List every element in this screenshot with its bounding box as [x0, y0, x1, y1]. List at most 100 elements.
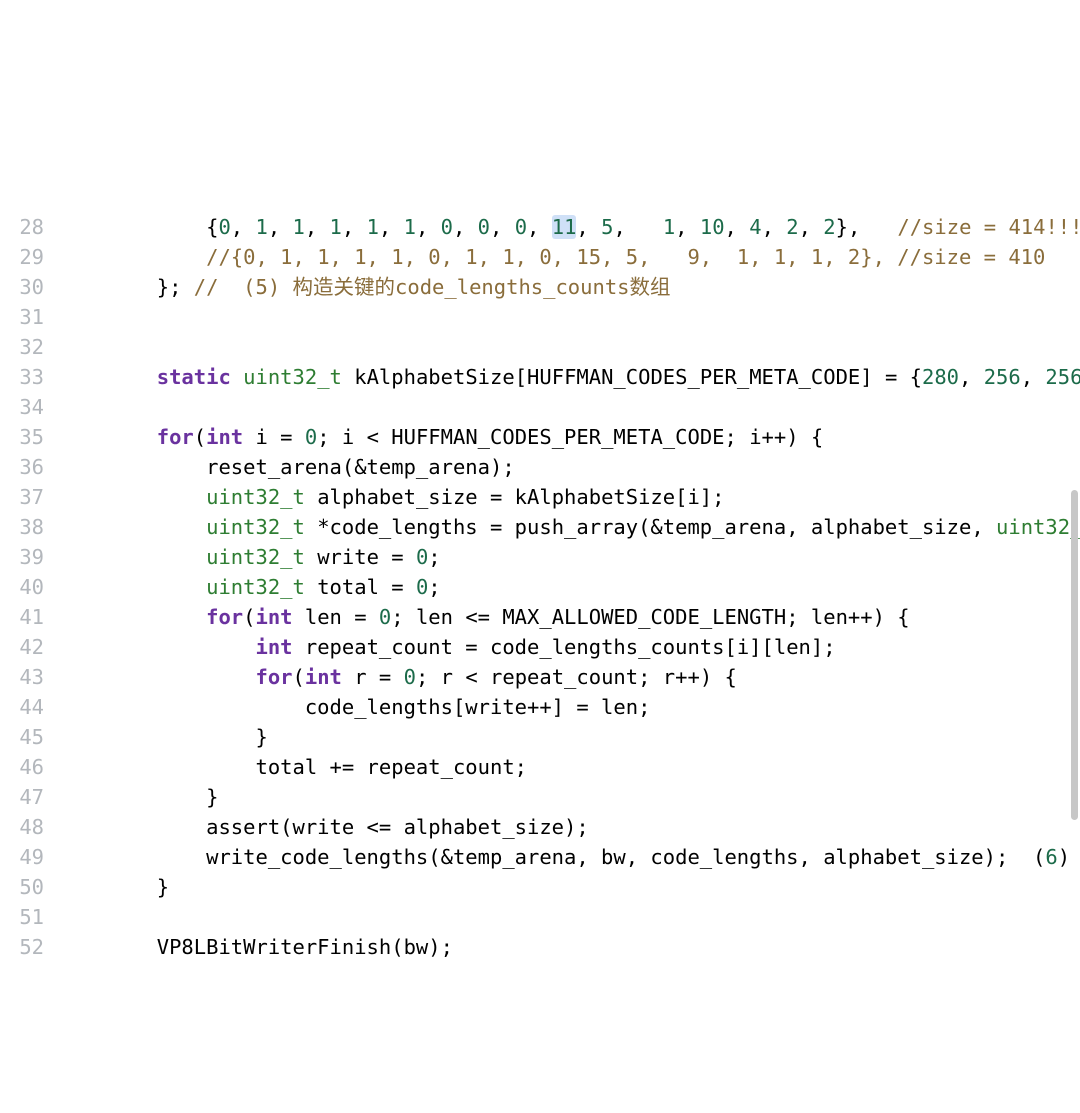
line-number: 37	[0, 482, 58, 512]
code-token	[58, 245, 206, 269]
code-line[interactable]: 39 uint32_t write = 0;	[0, 542, 1080, 572]
code-content[interactable]: uint32_t total = 0;	[58, 572, 1080, 602]
line-number: 49	[0, 842, 58, 872]
code-token: ; i < HUFFMAN_CODES_PER_META_CODE; i++) …	[317, 425, 823, 449]
code-token: 256	[1045, 365, 1080, 389]
code-content[interactable]: static uint32_t kAlphabetSize[HUFFMAN_CO…	[58, 362, 1080, 392]
code-line[interactable]: 50 }	[0, 872, 1080, 902]
code-token	[58, 365, 157, 389]
line-number: 34	[0, 392, 58, 422]
code-token: {	[206, 215, 218, 239]
code-token	[58, 275, 157, 299]
code-content[interactable]: {0, 1, 1, 1, 1, 1, 0, 0, 0, 11, 5, 1, 10…	[58, 212, 1080, 242]
code-line[interactable]: 53	[0, 962, 1080, 963]
code-token: 6	[1045, 845, 1057, 869]
code-token: ,	[613, 215, 662, 239]
code-token: 0	[441, 215, 453, 239]
code-token: 0	[379, 605, 391, 629]
code-line[interactable]: 41 for(int len = 0; len <= MAX_ALLOWED_C…	[0, 602, 1080, 632]
code-line[interactable]: 47 }	[0, 782, 1080, 812]
code-line[interactable]: 32	[0, 332, 1080, 362]
code-token: 0	[416, 545, 428, 569]
code-token: (	[293, 665, 305, 689]
code-token: 0	[416, 575, 428, 599]
code-line[interactable]: 28 {0, 1, 1, 1, 1, 1, 0, 0, 0, 11, 5, 1,…	[0, 212, 1080, 242]
code-content[interactable]: reset_arena(&temp_arena);	[58, 452, 1080, 482]
code-content[interactable]: code_lengths[write++] = len;	[58, 692, 1080, 722]
code-token: ; len <= MAX_ALLOWED_CODE_LENGTH; len++)…	[391, 605, 909, 629]
code-content[interactable]	[58, 302, 1080, 332]
code-token: 0	[478, 215, 490, 239]
code-token: total += repeat_count;	[58, 755, 527, 779]
code-token: }	[58, 785, 218, 809]
code-line[interactable]: 30 }; // (5) 构造关键的code_lengths_counts数组	[0, 272, 1080, 302]
code-content[interactable]	[58, 962, 1080, 963]
code-token: 0	[305, 425, 317, 449]
code-token: 11	[552, 215, 577, 239]
line-number: 33	[0, 362, 58, 392]
code-line[interactable]: 38 uint32_t *code_lengths = push_array(&…	[0, 512, 1080, 542]
code-content[interactable]: assert(write <= alphabet_size);	[58, 812, 1080, 842]
code-token: 1	[330, 215, 342, 239]
code-line[interactable]: 33 static uint32_t kAlphabetSize[HUFFMAN…	[0, 362, 1080, 392]
code-token	[58, 605, 206, 629]
code-line[interactable]: 49 write_code_lengths(&temp_arena, bw, c…	[0, 842, 1080, 872]
line-number: 47	[0, 782, 58, 812]
code-content[interactable]: uint32_t *code_lengths = push_array(&tem…	[58, 512, 1080, 542]
code-line[interactable]: 40 uint32_t total = 0;	[0, 572, 1080, 602]
code-content[interactable]: int repeat_count = code_lengths_counts[i…	[58, 632, 1080, 662]
code-content[interactable]: write_code_lengths(&temp_arena, bw, code…	[58, 842, 1080, 872]
code-token: 1	[367, 215, 379, 239]
code-content[interactable]	[58, 332, 1080, 362]
code-content[interactable]: }	[58, 872, 1080, 902]
code-token: ,	[527, 215, 552, 239]
code-content[interactable]: }; // (5) 构造关键的code_lengths_counts数组	[58, 272, 1080, 302]
code-content[interactable]: for(int r = 0; r < repeat_count; r++) {	[58, 662, 1080, 692]
code-token	[58, 425, 157, 449]
code-content[interactable]: uint32_t alphabet_size = kAlphabetSize[i…	[58, 482, 1080, 512]
code-token: ,	[725, 215, 750, 239]
code-line[interactable]: 34	[0, 392, 1080, 422]
line-number: 46	[0, 752, 58, 782]
code-token: i =	[243, 425, 305, 449]
code-line[interactable]: 31	[0, 302, 1080, 332]
code-token	[58, 215, 206, 239]
vertical-scrollbar[interactable]	[1071, 490, 1078, 820]
code-token: },	[836, 215, 898, 239]
code-line[interactable]: 29 //{0, 1, 1, 1, 1, 0, 1, 1, 0, 15, 5, …	[0, 242, 1080, 272]
code-token: 0	[404, 665, 416, 689]
code-content[interactable]: for(int i = 0; i < HUFFMAN_CODES_PER_MET…	[58, 422, 1080, 452]
code-content[interactable]: uint32_t write = 0;	[58, 542, 1080, 572]
code-line[interactable]: 51	[0, 902, 1080, 932]
code-token: 1	[404, 215, 416, 239]
code-token: 0	[218, 215, 230, 239]
code-content[interactable]: }	[58, 722, 1080, 752]
code-line[interactable]: 37 uint32_t alphabet_size = kAlphabetSiz…	[0, 482, 1080, 512]
code-line[interactable]: 36 reset_arena(&temp_arena);	[0, 452, 1080, 482]
code-line[interactable]: 52 VP8LBitWriterFinish(bw);	[0, 932, 1080, 962]
code-token: ,	[576, 215, 601, 239]
code-content[interactable]: for(int len = 0; len <= MAX_ALLOWED_CODE…	[58, 602, 1080, 632]
code-line[interactable]: 45 }	[0, 722, 1080, 752]
code-editor[interactable]: 28 {0, 1, 1, 1, 1, 1, 0, 0, 0, 11, 5, 1,…	[0, 150, 1080, 963]
code-token: ; r < repeat_count; r++) {	[416, 665, 737, 689]
code-content[interactable]: //{0, 1, 1, 1, 1, 0, 1, 1, 0, 15, 5, 9, …	[58, 242, 1080, 272]
code-line[interactable]: 44 code_lengths[write++] = len;	[0, 692, 1080, 722]
code-content[interactable]	[58, 902, 1080, 932]
code-line[interactable]: 46 total += repeat_count;	[0, 752, 1080, 782]
line-number: 45	[0, 722, 58, 752]
code-content[interactable]: VP8LBitWriterFinish(bw);	[58, 932, 1080, 962]
code-content[interactable]: total += repeat_count;	[58, 752, 1080, 782]
line-number: 29	[0, 242, 58, 272]
code-token: uint32_t	[206, 485, 305, 509]
code-token: ,	[416, 215, 441, 239]
code-line[interactable]: 48 assert(write <= alphabet_size);	[0, 812, 1080, 842]
code-token: VP8LBitWriterFinish(bw);	[58, 935, 453, 959]
code-content[interactable]: }	[58, 782, 1080, 812]
code-line[interactable]: 42 int repeat_count = code_lengths_count…	[0, 632, 1080, 662]
code-content[interactable]	[58, 392, 1080, 422]
code-token: 1	[255, 215, 267, 239]
code-line[interactable]: 35 for(int i = 0; i < HUFFMAN_CODES_PER_…	[0, 422, 1080, 452]
code-token	[58, 635, 255, 659]
code-line[interactable]: 43 for(int r = 0; r < repeat_count; r++)…	[0, 662, 1080, 692]
